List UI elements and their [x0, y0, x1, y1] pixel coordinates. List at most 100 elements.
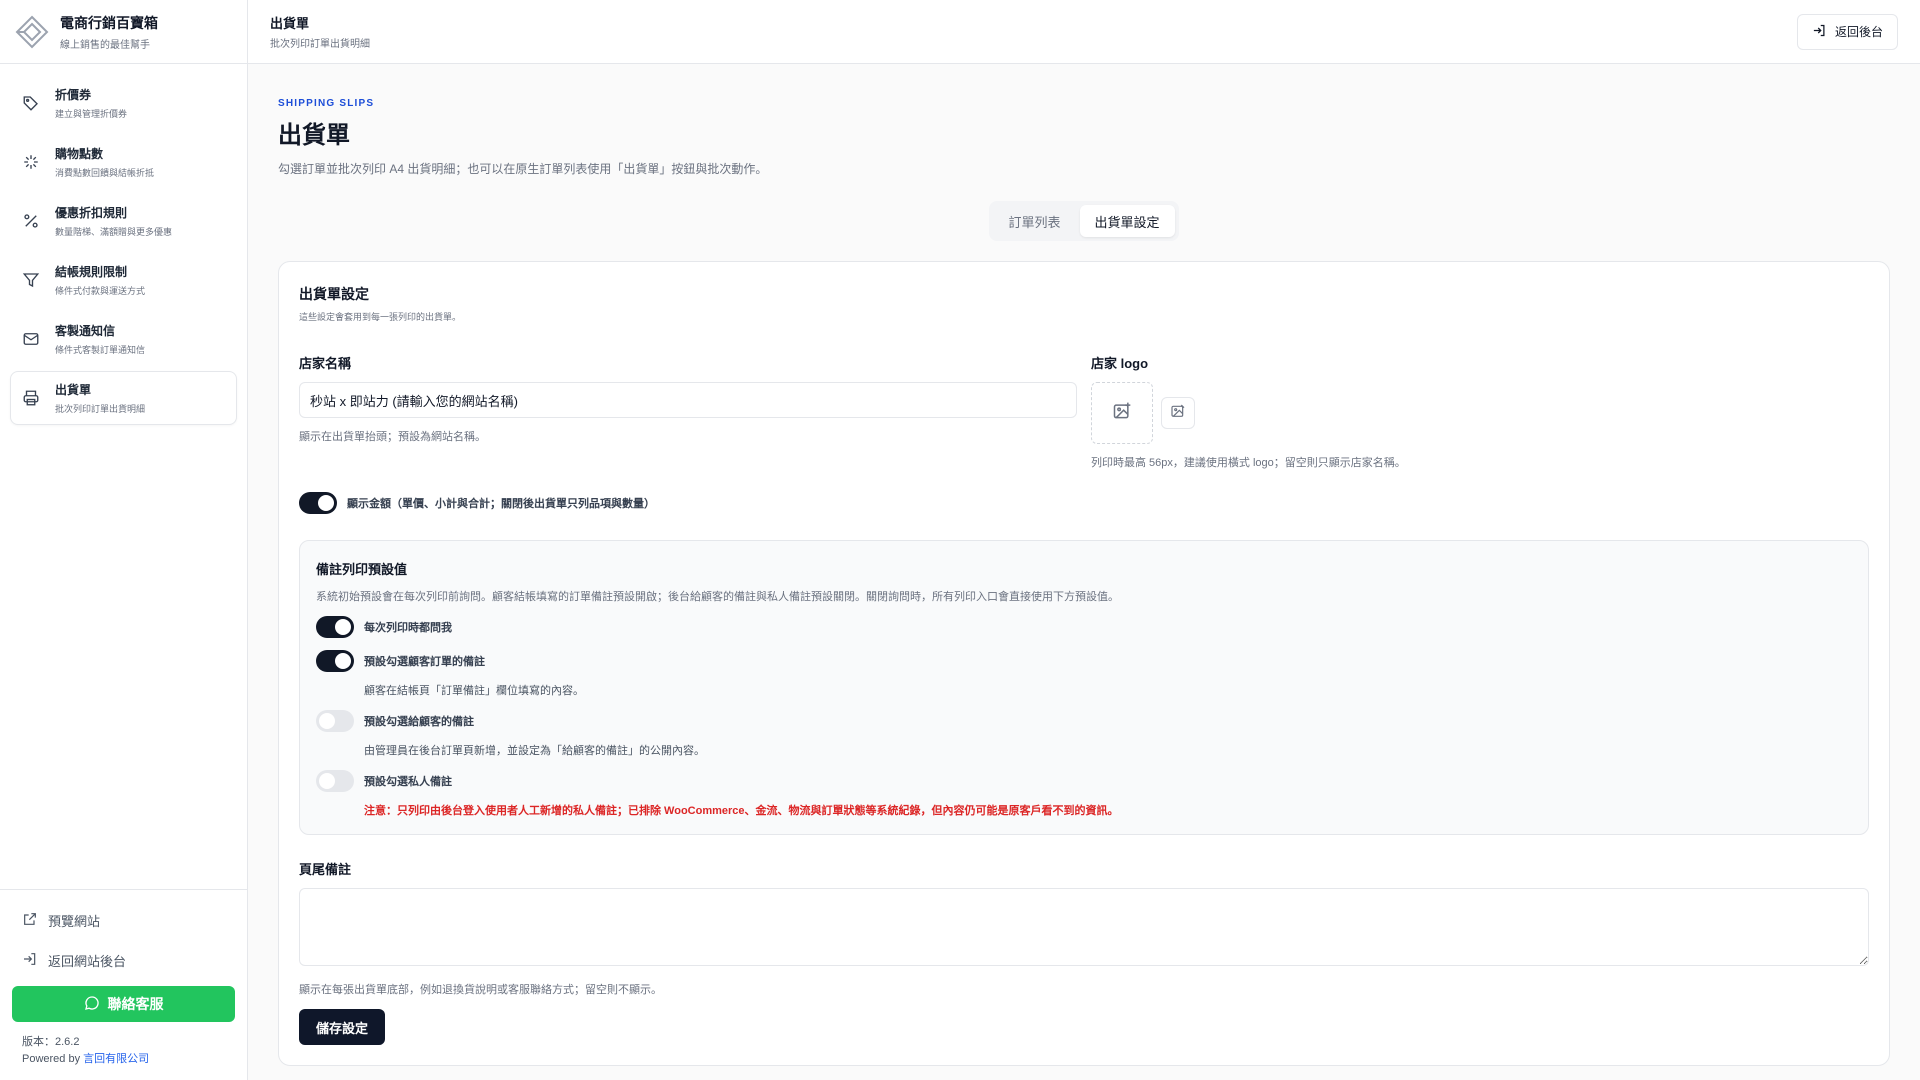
- app-root: 電商行銷百寶箱 線上銷售的最佳幫手 折價券 建立與管理折價券 購物點數 消費點數…: [0, 0, 1920, 1080]
- mail-icon: [21, 329, 41, 349]
- customer-order-note-row: 預設勾選顧客訂單的備註: [316, 650, 1852, 672]
- filter-icon: [21, 270, 41, 290]
- ask-each-print-option: 每次列印時都問我: [316, 616, 1852, 638]
- store-row: 店家名稱 顯示在出貨單抬頭；預設為網站名稱。 店家 logo: [299, 353, 1869, 470]
- footer-note-hint: 顯示在每張出貨單底部，例如退換貨說明或客服聯絡方式；留空則不顯示。: [299, 984, 662, 996]
- store-name-input[interactable]: [299, 382, 1077, 418]
- note-to-customer-desc: 由管理員在後台訂單頁新增，並設定為「給顧客的備註」的公開內容。: [364, 745, 705, 757]
- version-text: 版本：2.6.2: [22, 1036, 80, 1048]
- sidebar-item-notification-emails[interactable]: 客製通知信 條件式客製訂單通知信: [10, 312, 237, 366]
- show-amount-row: 顯示金額（單價、小計與合計；關閉後出貨單只列品項與數量）: [299, 492, 1869, 514]
- tabs: 訂單列表 出貨單設定: [989, 201, 1179, 241]
- store-name-hint: 顯示在出貨單抬頭；預設為網站名稱。: [299, 431, 486, 443]
- external-link-icon: [22, 911, 38, 930]
- sidebar-item-desc: 條件式付款與運送方式: [55, 286, 146, 296]
- notes-description: 系統初始預設會在每次列印前詢問。顧客結帳填寫的訂單備註預設開啟；後台給顧客的備註…: [316, 591, 1119, 603]
- note-to-customer-option: 預設勾選給顧客的備註 由管理員在後台訂單頁新增，並設定為「給顧客的備註」的公開內…: [316, 710, 1852, 758]
- customer-order-note-option: 預設勾選顧客訂單的備註 顧客在結帳頁「訂單備註」欄位填寫的內容。: [316, 650, 1852, 698]
- sidebar-item-checkout-rules[interactable]: 結帳規則限制 條件式付款與運送方式: [10, 253, 237, 307]
- store-logo-label: 店家 logo: [1091, 356, 1149, 371]
- sidebar-item-coupons[interactable]: 折價券 建立與管理折價券: [10, 76, 237, 130]
- sidebar-bottom: 預覽網站 返回網站後台 聯絡客服 版本：2.6.2 Powered by 言回有…: [0, 889, 247, 1080]
- preview-site-link[interactable]: 預覽網站: [12, 900, 235, 940]
- brand-subtitle: 線上銷售的最佳幫手: [60, 39, 150, 51]
- sidebar-item-title: 出貨單: [55, 383, 92, 397]
- store-name-label: 店家名稱: [299, 356, 352, 371]
- sidebar-item-title: 結帳規則限制: [55, 265, 128, 279]
- sidebar-item-points[interactable]: 購物點數 消費點數回饋與結帳折抵: [10, 135, 237, 189]
- main: 出貨單 批次列印訂單出貨明細 返回後台 SHIPPING SLIPS 出貨單 勾…: [248, 0, 1920, 1080]
- company-link[interactable]: 言回有限公司: [83, 1053, 149, 1065]
- login-arrow-icon: [22, 951, 38, 970]
- topbar-title: 出貨單: [270, 16, 310, 31]
- contact-support-button[interactable]: 聯絡客服: [12, 986, 235, 1022]
- private-note-row: 預設勾選私人備註: [316, 770, 1852, 792]
- logo-controls: [1091, 382, 1869, 444]
- image-edit-icon: [1170, 403, 1186, 424]
- sidebar-item-shipping-slips[interactable]: 出貨單 批次列印訂單出貨明細: [10, 371, 237, 425]
- tab-slip-settings[interactable]: 出貨單設定: [1079, 205, 1175, 237]
- brand: 電商行銷百寶箱 線上銷售的最佳幫手: [0, 0, 247, 64]
- private-note-label: 預設勾選私人備註: [364, 776, 452, 788]
- login-arrow-icon: [1812, 23, 1827, 41]
- page-description: 勾選訂單並批次列印 A4 出貨明細；也可以在原生訂單列表使用「出貨單」按鈕與批次…: [278, 162, 768, 176]
- logo-replace-button[interactable]: [1161, 397, 1195, 429]
- ask-each-print-toggle[interactable]: [316, 616, 354, 638]
- sidebar-item-desc: 消費點數回饋與結帳折抵: [55, 168, 155, 178]
- brand-title: 電商行銷百寶箱: [60, 14, 158, 31]
- sidebar: 電商行銷百寶箱 線上銷售的最佳幫手 折價券 建立與管理折價券 購物點數 消費點數…: [0, 0, 248, 1080]
- footer-note-textarea[interactable]: [299, 888, 1869, 966]
- preview-site-label: 預覽網站: [48, 913, 101, 929]
- settings-title: 出貨單設定: [299, 286, 369, 302]
- sidebar-item-desc: 條件式客製訂單通知信: [55, 345, 146, 355]
- note-to-customer-row: 預設勾選給顧客的備註: [316, 710, 1852, 732]
- show-amount-toggle[interactable]: [299, 492, 337, 514]
- topbar: 出貨單 批次列印訂單出貨明細 返回後台: [248, 0, 1920, 64]
- page-eyebrow: SHIPPING SLIPS: [278, 98, 375, 109]
- chat-icon: [84, 995, 100, 1014]
- note-to-customer-label: 預設勾選給顧客的備註: [364, 716, 474, 728]
- ask-each-print-label: 每次列印時都問我: [364, 622, 452, 634]
- printer-icon: [21, 388, 41, 408]
- contact-support-label: 聯絡客服: [107, 996, 164, 1012]
- sidebar-item-title: 客製通知信: [55, 324, 116, 338]
- store-logo-hint: 列印時最高 56px，建議使用橫式 logo；留空則只顯示店家名稱。: [1091, 457, 1406, 469]
- private-note-warning: 注意：只列印由後台登入使用者人工新增的私人備註；已排除 WooCommerce、…: [364, 805, 1119, 817]
- ask-each-print-row: 每次列印時都問我: [316, 616, 1852, 638]
- note-to-customer-toggle[interactable]: [316, 710, 354, 732]
- sidebar-nav: 折價券 建立與管理折價券 購物點數 消費點數回饋與結帳折抵 優惠折扣規則 數量階…: [0, 64, 247, 889]
- sidebar-item-title: 優惠折扣規則: [55, 206, 128, 220]
- customer-order-note-desc: 顧客在結帳頁「訂單備註」欄位填寫的內容。: [364, 685, 584, 697]
- customer-order-note-toggle[interactable]: [316, 650, 354, 672]
- private-note-option: 預設勾選私人備註 注意：只列印由後台登入使用者人工新增的私人備註；已排除 Woo…: [316, 770, 1852, 818]
- sparkle-icon: [21, 152, 41, 172]
- powered-by: Powered by 言回有限公司: [22, 1051, 235, 1068]
- back-to-backend-button[interactable]: 返回後台: [1796, 13, 1898, 50]
- back-to-admin-link[interactable]: 返回網站後台: [12, 940, 235, 980]
- settings-card: 出貨單設定 這些設定會套用到每一張列印的出貨單。 店家名稱 顯示在出貨單抬頭；預…: [278, 261, 1890, 1066]
- sidebar-item-discounts[interactable]: 優惠折扣規則 數量階梯、滿額贈與更多優惠: [10, 194, 237, 248]
- logo-upload-box[interactable]: [1091, 382, 1153, 444]
- save-settings-button[interactable]: 儲存設定: [299, 1009, 386, 1045]
- sidebar-item-desc: 數量階梯、滿額贈與更多優惠: [55, 227, 173, 237]
- sidebar-item-title: 折價券: [55, 88, 92, 102]
- back-to-admin-label: 返回網站後台: [48, 953, 127, 969]
- content: SHIPPING SLIPS 出貨單 勾選訂單並批次列印 A4 出貨明細；也可以…: [248, 64, 1920, 1066]
- tab-order-list[interactable]: 訂單列表: [993, 205, 1075, 237]
- show-amount-label: 顯示金額（單價、小計與合計；關閉後出貨單只列品項與數量）: [347, 498, 655, 510]
- settings-description: 這些設定會套用到每一張列印的出貨單。: [299, 312, 462, 322]
- brand-logo-icon: [14, 14, 50, 50]
- footer-note-label: 頁尾備註: [299, 862, 352, 877]
- customer-order-note-label: 預設勾選顧客訂單的備註: [364, 656, 485, 668]
- tag-icon: [21, 93, 41, 113]
- powered-by-text: Powered by: [22, 1053, 81, 1065]
- store-logo-group: 店家 logo 列印時最高 56px，建議使用橫式 logo；留空則只顯示店家名…: [1091, 353, 1869, 470]
- store-name-group: 店家名稱 顯示在出貨單抬頭；預設為網站名稱。: [299, 353, 1077, 470]
- topbar-subtitle: 批次列印訂單出貨明細: [270, 39, 370, 50]
- page-title: 出貨單: [278, 122, 350, 149]
- back-to-backend-label: 返回後台: [1834, 25, 1883, 39]
- percent-icon: [21, 211, 41, 231]
- version-info: 版本：2.6.2 Powered by 言回有限公司: [12, 1034, 235, 1068]
- notes-title: 備註列印預設值: [316, 562, 408, 577]
- private-note-toggle[interactable]: [316, 770, 354, 792]
